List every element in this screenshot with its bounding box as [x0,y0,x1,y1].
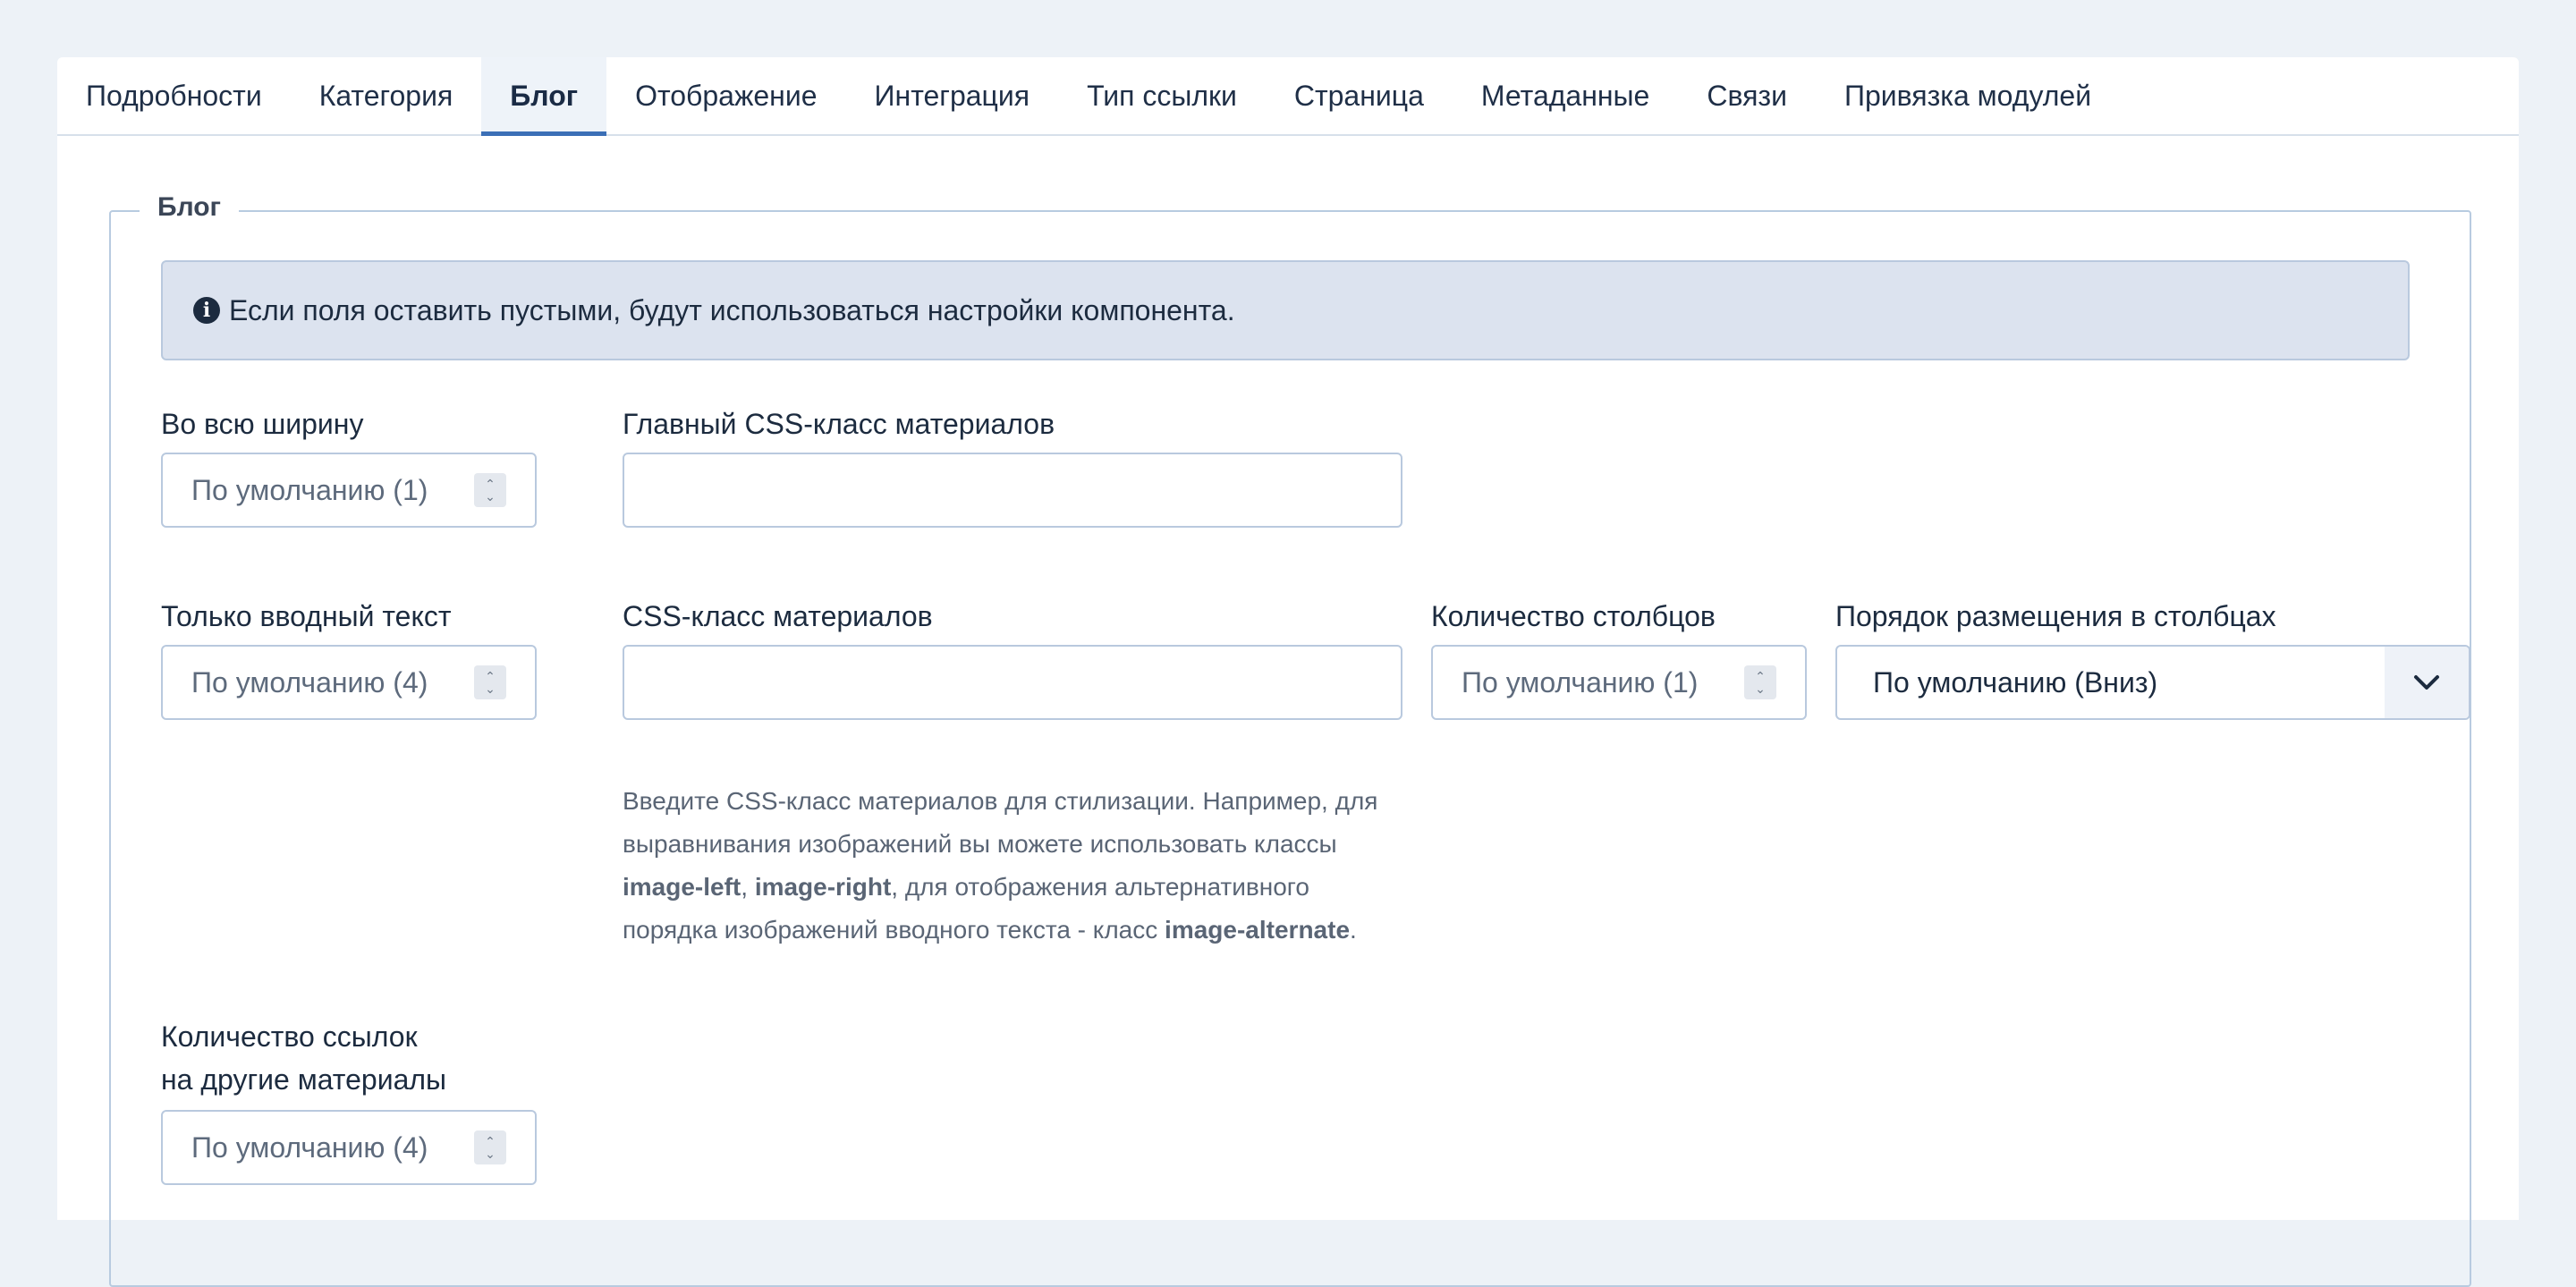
info-alert: i Если поля оставить пустыми, будут испо… [161,260,2410,360]
columns-stepper[interactable]: По умолчанию (1) ⌃ ⌄ [1431,645,1807,720]
spin-arrows-icon[interactable]: ⌃ ⌄ [474,1130,506,1164]
columns-label: Количество столбцов [1431,600,1716,632]
full-width-value: По умолчанию (1) [191,473,428,506]
intro-only-label: Только вводный текст [161,600,452,632]
links-count-stepper[interactable]: По умолчанию (4) ⌃ ⌄ [161,1110,537,1185]
spin-arrows-icon[interactable]: ⌃ ⌄ [474,473,506,507]
column-order-value: По умолчанию (Вниз) [1873,665,2158,699]
main-css-input[interactable] [623,453,1402,528]
links-count-label-line1: Количество ссылок [161,1020,418,1053]
full-width-stepper[interactable]: По умолчанию (1) ⌃ ⌄ [161,453,537,528]
tab-associations[interactable]: Связи [1678,57,1816,134]
editor-card: Подробности Категория Блог Отображение И… [57,57,2519,1287]
tab-metadata[interactable]: Метаданные [1453,57,1678,134]
tab-blog[interactable]: Блог [481,57,607,136]
links-count-value: По умолчанию (4) [191,1130,428,1164]
css-class-label: CSS-класс материалов [623,600,933,632]
tab-link-type[interactable]: Тип ссылки [1058,57,1266,134]
tab-module-assignment[interactable]: Привязка модулей [1816,57,2120,134]
main-css-label: Главный CSS-класс материалов [623,408,1055,440]
spin-arrows-icon[interactable]: ⌃ ⌄ [1744,665,1776,699]
intro-only-stepper[interactable]: По умолчанию (4) ⌃ ⌄ [161,645,537,720]
css-class-input[interactable] [623,645,1402,720]
info-circle-icon: i [193,297,220,324]
columns-value: По умолчанию (1) [1462,665,1699,699]
info-alert-text: Если поля оставить пустыми, будут исполь… [229,293,1235,326]
tab-bar: Подробности Категория Блог Отображение И… [57,57,2519,136]
intro-only-value: По умолчанию (4) [191,665,428,699]
full-width-label: Во всю ширину [161,408,364,440]
tab-display[interactable]: Отображение [606,57,845,134]
spin-arrows-icon[interactable]: ⌃ ⌄ [474,665,506,699]
tab-integration[interactable]: Интеграция [846,57,1059,134]
chevron-down-icon[interactable] [2385,647,2469,718]
css-class-help-text: Введите CSS-класс материалов для стилиза… [623,787,1378,944]
fieldset-legend: Блог [140,192,240,223]
column-order-select[interactable]: По умолчанию (Вниз) [1835,645,2470,720]
links-count-label-line2: на другие материалы [161,1063,447,1096]
tab-category[interactable]: Категория [291,57,482,134]
column-order-label: Порядок размещения в столбцах [1835,600,2276,632]
tab-details[interactable]: Подробности [57,57,291,134]
tab-page[interactable]: Страница [1266,57,1453,134]
